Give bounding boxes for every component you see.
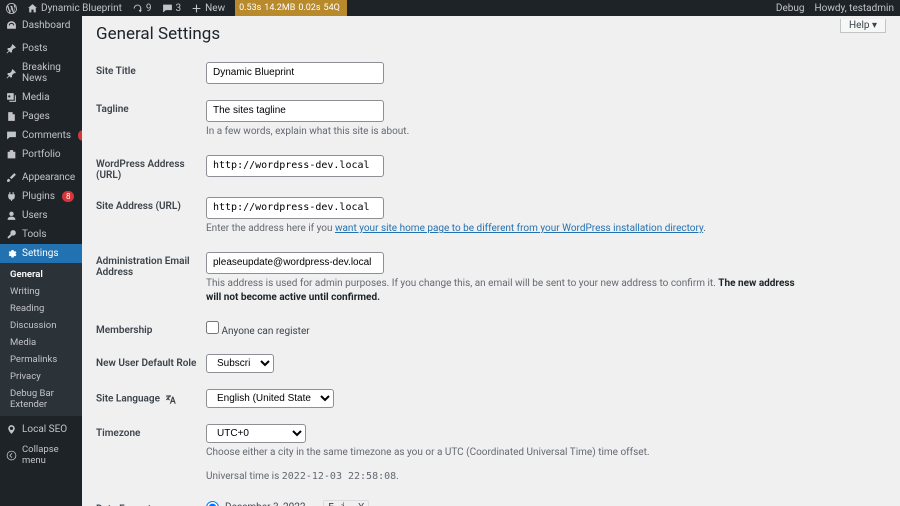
media-icon <box>6 92 17 103</box>
comment-icon <box>6 130 17 141</box>
help-tab[interactable]: Help ▾ <box>840 19 886 33</box>
desc-tagline: In a few words, explain what this site i… <box>206 125 806 139</box>
menu-appearance[interactable]: Appearance <box>0 168 82 187</box>
portfolio-icon <box>6 149 17 160</box>
label-wp-url: WordPress Address (URL) <box>96 149 206 191</box>
submenu-permalinks[interactable]: Permalinks <box>0 351 82 368</box>
comments-link[interactable]: 3 <box>162 3 182 14</box>
submenu-media[interactable]: Media <box>0 334 82 351</box>
date-format-radio[interactable] <box>206 501 219 506</box>
settings-icon <box>6 248 17 259</box>
collapse-menu[interactable]: Collapse menu <box>0 439 82 471</box>
menu-dashboard[interactable]: Dashboard <box>0 16 82 35</box>
pin-icon <box>6 68 17 79</box>
menu-media[interactable]: Media <box>0 88 82 107</box>
date-format-option[interactable]: December 3, 2022 F j, Y <box>206 500 886 506</box>
checkbox-membership[interactable] <box>206 321 219 334</box>
label-admin-email: Administration Email Address <box>96 246 206 315</box>
desc-utc: Universal time is 2022-12-03 22:58:08. <box>206 470 806 484</box>
submenu-reading[interactable]: Reading <box>0 300 82 317</box>
label-site-title: Site Title <box>96 56 206 94</box>
menu-local-seo[interactable]: Local SEO <box>0 420 82 439</box>
date-format-code: F j, Y <box>323 500 369 506</box>
menu-plugins[interactable]: Plugins8 <box>0 187 82 206</box>
collapse-icon <box>6 450 17 461</box>
submenu-dbe[interactable]: Debug Bar Extender <box>0 385 82 413</box>
dashboard-icon <box>6 20 17 31</box>
desc-site-url: Enter the address here if you want your … <box>206 222 806 236</box>
label-site-url: Site Address (URL) <box>96 191 206 246</box>
desc-admin-email: This address is used for admin purposes.… <box>206 277 806 305</box>
label-timezone: Timezone <box>96 418 206 494</box>
menu-users[interactable]: Users <box>0 206 82 225</box>
label-site-lang: Site Language <box>96 383 206 418</box>
admin-bar: Dynamic Blueprint 9 3 New 0.53s14.2MB0.0… <box>0 0 900 16</box>
label-date-format: Date Format <box>96 494 206 506</box>
wordpress-icon <box>6 3 17 14</box>
admin-menu: Dashboard Posts Breaking News Media Page… <box>0 16 82 506</box>
desc-timezone: Choose either a city in the same timezon… <box>206 446 806 460</box>
label-tagline: Tagline <box>96 94 206 149</box>
plus-icon <box>191 3 202 14</box>
settings-submenu: General Writing Reading Discussion Media… <box>0 263 82 416</box>
translation-icon <box>165 393 177 405</box>
select-site-lang[interactable]: English (United States) <box>206 389 334 408</box>
home-icon <box>27 3 38 14</box>
debug-link[interactable]: Debug <box>776 3 805 14</box>
link-site-url-help[interactable]: want your site home page to be different… <box>335 223 703 234</box>
plugin-icon <box>6 191 17 202</box>
brush-icon <box>6 172 17 183</box>
input-admin-email[interactable] <box>206 252 384 274</box>
date-format-options: December 3, 2022F j, Y2022-12-03Y-m-d12/… <box>206 494 886 506</box>
page-icon <box>6 111 17 122</box>
menu-pages[interactable]: Pages <box>0 107 82 126</box>
howdy-link[interactable]: Howdy, testadmin <box>815 3 894 14</box>
submenu-writing[interactable]: Writing <box>0 283 82 300</box>
tools-icon <box>6 229 17 240</box>
menu-posts[interactable]: Posts <box>0 39 82 58</box>
users-icon <box>6 210 17 221</box>
plugins-badge: 8 <box>62 191 75 202</box>
query-monitor[interactable]: 0.53s14.2MB0.02s54Q <box>235 0 347 16</box>
input-site-title[interactable] <box>206 62 384 84</box>
submenu-privacy[interactable]: Privacy <box>0 368 82 385</box>
location-icon <box>6 424 17 435</box>
label-anyone-register: Anyone can register <box>221 326 309 337</box>
page-title: General Settings <box>96 24 886 44</box>
menu-breaking-news[interactable]: Breaking News <box>0 58 82 88</box>
select-default-role[interactable]: Subscriber <box>206 354 274 373</box>
menu-settings[interactable]: Settings <box>0 244 82 263</box>
menu-comments[interactable]: Comments3 <box>0 126 82 145</box>
submenu-general[interactable]: General <box>0 266 82 283</box>
menu-tools[interactable]: Tools <box>0 225 82 244</box>
updates-link[interactable]: 9 <box>132 3 152 14</box>
site-name-link[interactable]: Dynamic Blueprint <box>27 3 122 14</box>
select-timezone[interactable]: UTC+0 <box>206 424 306 443</box>
input-tagline[interactable] <box>206 100 384 122</box>
update-icon <box>132 3 143 14</box>
label-default-role: New User Default Role <box>96 348 206 383</box>
wp-logo[interactable] <box>6 3 17 14</box>
comment-icon <box>162 3 173 14</box>
submenu-discussion[interactable]: Discussion <box>0 317 82 334</box>
new-link[interactable]: New <box>191 3 225 14</box>
content-area: Help ▾ General Settings Site Title Tagli… <box>82 16 900 506</box>
pin-icon <box>6 43 17 54</box>
menu-portfolio[interactable]: Portfolio <box>0 145 82 164</box>
input-site-url[interactable] <box>206 197 384 219</box>
date-format-text: December 3, 2022 <box>225 502 317 506</box>
label-membership: Membership <box>96 315 206 348</box>
input-wp-url[interactable] <box>206 155 384 177</box>
